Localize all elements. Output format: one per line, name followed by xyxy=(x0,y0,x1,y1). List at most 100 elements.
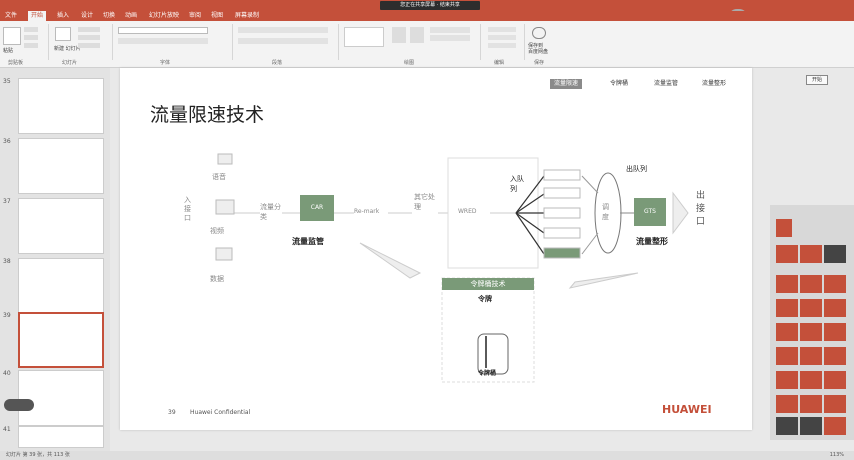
ribbon: 粘贴 新建 幻灯片 保存到 百度网盘 剪贴板 幻灯片 字体 段落 绘图 编辑 保… xyxy=(0,21,854,68)
thumb-number: 40 xyxy=(3,370,11,377)
shape-outline-button[interactable] xyxy=(430,35,470,41)
tab-animation[interactable]: 动画 xyxy=(122,11,140,21)
slide-thumbnail[interactable] xyxy=(18,258,104,314)
remark-label: Re-mark xyxy=(354,208,380,215)
tool-tile[interactable] xyxy=(776,371,798,389)
tool-tile[interactable] xyxy=(800,417,822,435)
thumb-number: 41 xyxy=(3,426,11,433)
save-cloud-button[interactable]: 保存到 百度网盘 xyxy=(528,43,548,55)
slide-thumbnail[interactable] xyxy=(18,198,104,254)
start-presentation-button[interactable]: 开始 xyxy=(806,75,828,85)
find-button[interactable] xyxy=(488,27,516,32)
gts-box: GTS xyxy=(634,198,666,226)
new-slide-button[interactable]: 新建 幻灯片 xyxy=(54,45,81,52)
align-buttons[interactable] xyxy=(238,38,328,44)
slide-thumbnails-panel[interactable]: 35 36 37 38 39 40 41 xyxy=(0,68,110,451)
slide-canvas[interactable]: 流量限速技术 流量限速 令牌桶 流量监管 流量整形 入接口 语音 视频 数据 流… xyxy=(120,68,752,430)
ribbon-separator xyxy=(112,24,113,60)
replace-button[interactable] xyxy=(488,35,516,40)
arrange-button[interactable] xyxy=(392,27,406,43)
cloud-save-icon[interactable] xyxy=(532,27,546,39)
tab-view[interactable]: 视图 xyxy=(208,11,226,21)
tool-tile[interactable] xyxy=(800,371,822,389)
slide-thumbnail[interactable] xyxy=(18,138,104,194)
slide-thumbnail-selected[interactable] xyxy=(18,312,104,368)
layout-button[interactable] xyxy=(78,27,100,32)
huawei-logo: HUAWEI xyxy=(662,403,712,416)
stop-share-button[interactable]: 结束共享 xyxy=(440,2,460,8)
section-button[interactable] xyxy=(78,43,100,48)
ribbon-separator xyxy=(338,24,339,60)
slide-thumbnail[interactable] xyxy=(18,370,104,426)
thumb-number: 37 xyxy=(3,198,11,205)
tool-tile[interactable] xyxy=(776,395,798,413)
paste-button[interactable]: 粘贴 xyxy=(3,47,13,54)
tool-tile[interactable] xyxy=(824,417,846,435)
ribbon-separator xyxy=(232,24,233,60)
tool-tile[interactable] xyxy=(776,245,798,263)
tool-tile[interactable] xyxy=(800,395,822,413)
new-slide-icon[interactable] xyxy=(55,27,71,41)
quick-styles-button[interactable] xyxy=(410,27,424,43)
group-paragraph: 段落 xyxy=(272,60,283,66)
tool-tile[interactable] xyxy=(824,245,846,263)
zoom-level[interactable]: 113% xyxy=(830,451,844,460)
reset-button[interactable] xyxy=(78,35,100,40)
input-interface-label: 入接口 xyxy=(184,196,191,222)
group-font: 字体 xyxy=(160,60,171,66)
tab-screen-record[interactable]: 屏幕录制 xyxy=(232,11,262,21)
thumb-number: 38 xyxy=(3,258,11,265)
tool-tile[interactable] xyxy=(824,323,846,341)
tab-transition[interactable]: 切换 xyxy=(100,11,118,21)
data-label: 数据 xyxy=(210,275,224,283)
tool-tile[interactable] xyxy=(824,275,846,293)
output-interface-label: 出接口 xyxy=(696,191,706,227)
tool-tile[interactable] xyxy=(800,245,822,263)
tool-tile[interactable] xyxy=(824,395,846,413)
tool-tile[interactable] xyxy=(824,347,846,365)
format-painter-button[interactable] xyxy=(24,43,38,48)
thumb-number: 39 xyxy=(3,312,11,319)
tool-tile[interactable] xyxy=(776,299,798,317)
tab-design[interactable]: 设计 xyxy=(78,11,96,21)
tool-tile[interactable] xyxy=(800,347,822,365)
tool-tile[interactable] xyxy=(776,323,798,341)
paragraph-buttons[interactable] xyxy=(238,27,328,33)
shapes-gallery[interactable] xyxy=(344,27,384,47)
cut-button[interactable] xyxy=(24,27,38,32)
schedule-label: 调度 xyxy=(602,203,609,221)
select-button[interactable] xyxy=(488,43,516,48)
slide-thumbnail[interactable] xyxy=(18,78,104,134)
tool-tile[interactable] xyxy=(824,371,846,389)
tab-insert[interactable]: 插入 xyxy=(54,11,72,21)
car-box: CAR xyxy=(300,195,334,221)
out-queue-label: 出队列 xyxy=(626,165,647,173)
tool-logo-icon[interactable] xyxy=(776,219,792,237)
font-family-select[interactable] xyxy=(118,27,208,34)
tool-tile[interactable] xyxy=(800,275,822,293)
paste-icon[interactable] xyxy=(3,27,21,45)
tool-tile[interactable] xyxy=(776,275,798,293)
font-format-buttons[interactable] xyxy=(118,38,208,44)
copy-button[interactable] xyxy=(24,35,38,40)
tool-tile[interactable] xyxy=(800,299,822,317)
ribbon-separator xyxy=(480,24,481,60)
in-queue-label: 入队列 xyxy=(510,175,524,193)
ribbon-tabs: 文件 开始 插入 设计 切换 动画 幻灯片放映 审阅 视图 屏幕录制 xyxy=(0,11,854,21)
tab-file[interactable]: 文件 xyxy=(2,11,20,21)
tool-tile[interactable] xyxy=(776,347,798,365)
tab-review[interactable]: 审阅 xyxy=(186,11,204,21)
slide-thumbnail[interactable] xyxy=(18,426,104,448)
share-status-bar[interactable]: 您正在共享屏幕 · 结束共享 xyxy=(380,1,480,10)
floating-tool-panel[interactable] xyxy=(770,205,854,440)
tool-tile[interactable] xyxy=(776,417,798,435)
shape-fill-button[interactable] xyxy=(430,27,470,33)
flow-diagram-lines xyxy=(215,153,689,383)
meeting-control-pill[interactable] xyxy=(4,399,34,411)
tool-tile[interactable] xyxy=(800,323,822,341)
tab-home[interactable]: 开始 xyxy=(28,11,47,21)
other-processing-label: 其它处理 xyxy=(414,193,435,211)
tab-slideshow[interactable]: 幻灯片放映 xyxy=(146,11,182,21)
page-number: 39 xyxy=(168,409,176,416)
tool-tile[interactable] xyxy=(824,299,846,317)
